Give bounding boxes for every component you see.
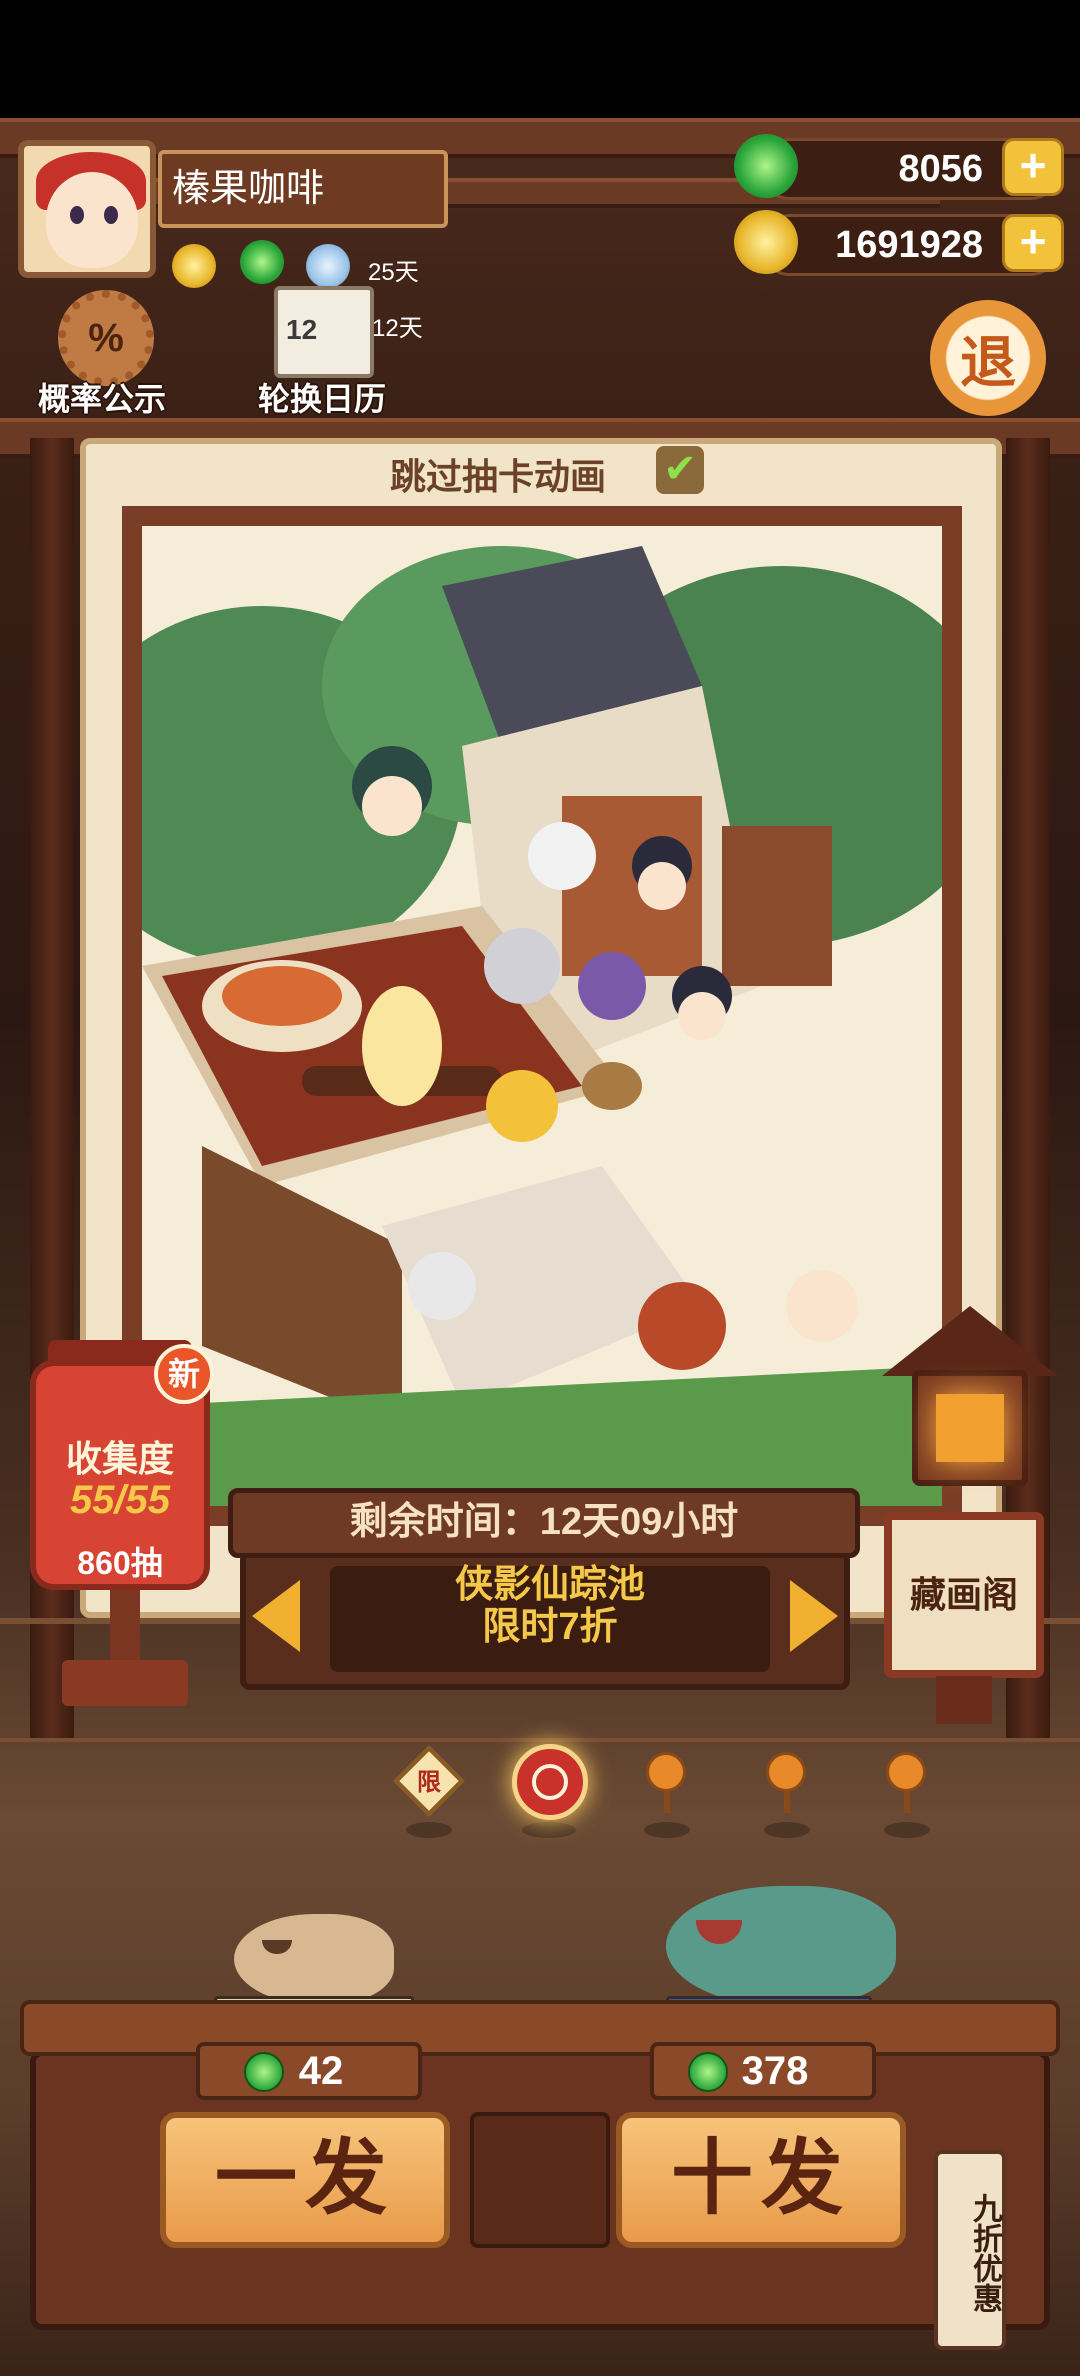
player-name[interactable]: 榛果咖啡 xyxy=(158,150,448,228)
skip-animation-checkbox[interactable]: ✔ xyxy=(656,446,704,494)
gallery-button[interactable]: 藏画阁 xyxy=(884,1512,1044,1678)
pool-timer: 剩余时间：12天09小时 xyxy=(228,1488,860,1558)
collection-draws: 860抽 xyxy=(77,1545,163,1581)
jade-icon xyxy=(688,2052,728,2092)
kitchen-scene-illustration xyxy=(142,546,942,1506)
discount-tag: 九折优惠 xyxy=(934,2150,1006,2350)
player-avatar[interactable] xyxy=(18,140,156,278)
coin-boost-icon[interactable] xyxy=(172,244,216,288)
coin-icon xyxy=(734,210,798,274)
ten-draw-cost: 378 xyxy=(650,2042,876,2100)
skip-animation-label: 跳过抽卡动画 xyxy=(390,456,607,497)
floor-plank xyxy=(0,1738,1080,1742)
new-badge: 新 xyxy=(154,1344,214,1404)
buff-days: 25天 xyxy=(368,259,419,286)
dot-shadow xyxy=(406,1822,452,1838)
collection-value: 55/55 xyxy=(69,1478,171,1522)
pool-dot-icon[interactable] xyxy=(766,1752,806,1813)
add-coin-button[interactable]: + xyxy=(1002,214,1064,272)
prev-pool-arrow-icon[interactable] xyxy=(252,1580,300,1652)
gallery-post xyxy=(936,1676,992,1724)
single-draw-cost: 42 xyxy=(196,2042,422,2100)
counter-divider xyxy=(470,2112,610,2248)
probability-label: 概率公示 xyxy=(38,381,167,417)
dot-shadow xyxy=(644,1822,690,1838)
calendar-number: 12 xyxy=(286,314,318,345)
pool-dot-limited-label: 限 xyxy=(417,1769,441,1796)
exp-boost-icon[interactable] xyxy=(306,244,350,288)
dot-shadow xyxy=(884,1822,930,1838)
avatar-eye xyxy=(70,206,84,224)
pool-discount: 限时7折 xyxy=(482,1606,618,1648)
probability-button[interactable]: % xyxy=(58,290,154,386)
jade-icon xyxy=(244,2052,284,2092)
calendar-icon[interactable]: 12 xyxy=(274,286,374,378)
calendar-label: 轮换日历 xyxy=(258,381,387,417)
exit-button[interactable]: 退 xyxy=(930,300,1046,416)
percent-icon: % xyxy=(58,290,154,386)
buff-days: 12天 xyxy=(372,315,423,342)
lantern-base xyxy=(62,1660,188,1706)
ten-draw-button[interactable]: 十发 xyxy=(616,2112,906,2248)
gallery-lamp-icon xyxy=(912,1370,1028,1486)
single-draw-fish-icon xyxy=(234,1914,394,2004)
card-artwork xyxy=(142,526,942,1506)
collection-label: 收集度 xyxy=(65,1438,174,1479)
pool-name: 侠影仙踪池 xyxy=(454,1564,645,1606)
next-pool-arrow-icon[interactable] xyxy=(790,1580,838,1652)
ten-draw-fish-icon xyxy=(666,1886,896,2006)
avatar-eye xyxy=(104,206,118,224)
avatar-face xyxy=(46,172,138,268)
compass-icon xyxy=(532,1764,568,1800)
jade-boost-icon[interactable] xyxy=(240,240,284,284)
pool-dot-icon[interactable] xyxy=(886,1752,926,1813)
add-jade-button[interactable]: + xyxy=(1002,138,1064,196)
dot-shadow xyxy=(522,1822,576,1838)
counter-table xyxy=(20,2000,1060,2056)
single-draw-button[interactable]: 一发 xyxy=(160,2112,450,2248)
pool-dot-icon[interactable] xyxy=(646,1752,686,1813)
jade-icon xyxy=(734,134,798,198)
dot-shadow xyxy=(764,1822,810,1838)
